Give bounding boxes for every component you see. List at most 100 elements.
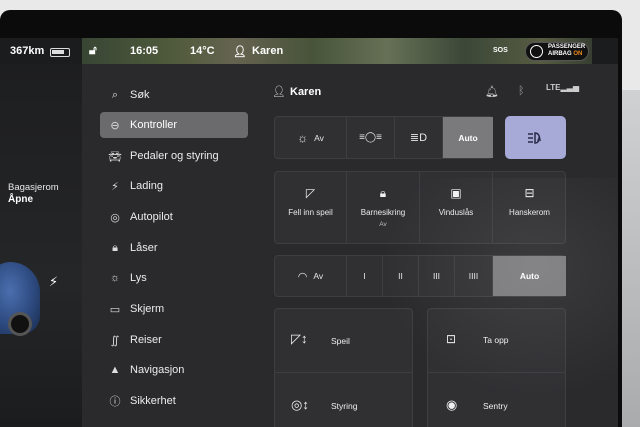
menu-item-label: Lys: [130, 272, 147, 284]
airbag-icon: [530, 45, 543, 58]
wipers-auto-label: Auto: [519, 271, 540, 281]
info-icon: ⓘ: [109, 396, 121, 408]
low-beam-icon: ≣D: [409, 132, 428, 144]
airbag-line2: AIRBAG: [548, 51, 572, 57]
menu-item-search[interactable]: ⌕ Søk: [100, 82, 248, 108]
auto-high-beam-icon: A: [527, 131, 542, 144]
steering-adjust-icon: ◎↕: [291, 397, 309, 412]
menu-item-label: Skjerm: [130, 303, 165, 315]
trunk-label[interactable]: Bagasjerom: [8, 182, 59, 193]
dashcam-record-button[interactable]: ⊡ Ta opp: [428, 309, 565, 373]
menu-item-label: Kontroller: [130, 119, 178, 131]
sentry-mode-label: Sentry: [483, 401, 508, 411]
lte-signal-icon: LTE▂▃▅: [546, 83, 579, 92]
bell-icon[interactable]: 🔔︎: [485, 85, 499, 98]
lights-auto-label: Auto: [458, 132, 478, 143]
background-frame: [622, 90, 640, 427]
camera-card: ⊡ Ta opp ◉ Sentry: [427, 308, 566, 427]
trunk-open-button[interactable]: Åpne: [8, 194, 33, 205]
wiper-speed-4[interactable]: IIII: [455, 256, 493, 296]
status-user-name[interactable]: Karen: [252, 45, 283, 57]
car-visualization-panel: Bagasjerom Åpne ⚡︎: [0, 64, 82, 427]
svg-text:A: A: [537, 137, 542, 143]
menu-item-label: Autopilot: [130, 211, 173, 223]
airbag-state: ON: [573, 51, 583, 57]
display-icon: ▭: [109, 303, 121, 316]
menu-item-label: Pedaler og styring: [130, 150, 219, 162]
wiper-speed-2[interactable]: II: [383, 256, 419, 296]
profile-name[interactable]: Karen: [290, 86, 321, 98]
sos-indicator[interactable]: SOS: [493, 47, 508, 54]
car-wheel: [8, 312, 32, 336]
charge-port-icon[interactable]: ⚡︎: [49, 274, 58, 290]
navigation-icon: ▲: [109, 364, 121, 376]
lock-icon[interactable]: 🔓︎: [89, 43, 97, 58]
low-beam-option[interactable]: ≣D: [395, 117, 443, 158]
airbag-line1: PASSENGER: [548, 44, 586, 50]
tile-label: Hanskerom: [509, 208, 550, 217]
wipers-off-option[interactable]: ◠ Av: [275, 256, 347, 296]
clock: 16:05: [130, 45, 159, 57]
lights-off-label: Av: [314, 132, 324, 143]
map-preview-strip[interactable]: [82, 38, 592, 64]
wiper-speed-1[interactable]: I: [347, 256, 383, 296]
menu-item-label: Lading: [130, 180, 164, 192]
mirror-adjust-button[interactable]: ◸↕ Speil: [275, 309, 412, 373]
steering-wheel-icon: ◎: [110, 211, 120, 224]
auto-high-beam-button[interactable]: A: [505, 116, 566, 159]
bluetooth-icon[interactable]: ᛒ: [518, 85, 525, 97]
lights-off-option[interactable]: ☼ Av: [275, 117, 347, 158]
headlight-selector: ☼ Av ≡◯≡ ≣D Auto: [274, 116, 493, 159]
user-icon[interactable]: 👤︎: [233, 45, 247, 58]
steering-adjust-label: Styring: [331, 401, 358, 411]
menu-item-navigation[interactable]: ▲ Navigasjon: [100, 357, 248, 383]
car-icon: 🚘︎: [108, 150, 122, 163]
wiper-speed-label: II: [398, 271, 403, 281]
menu-item-safety[interactable]: ⓘ Sikkerhet: [100, 388, 248, 414]
menu-item-controls[interactable]: ⊖ Kontroller: [100, 112, 248, 138]
menu-item-label: Søk: [130, 89, 150, 101]
fold-mirrors-tile[interactable]: ◸ Fell inn speil: [275, 172, 347, 243]
touchscreen: 367km 🔓︎ 16:05 14°C 👤︎ Karen SOS PASSENG…: [0, 38, 618, 427]
mirror-adjust-label: Speil: [331, 336, 350, 346]
menu-item-pedals-steering[interactable]: 🚘︎ Pedaler og styring: [100, 143, 248, 169]
menu-item-label: Navigasjon: [130, 364, 185, 376]
mirror-adjust-icon: ◸↕: [291, 331, 308, 346]
steering-adjust-button[interactable]: ◎↕ Styring: [275, 373, 412, 427]
menu-item-display[interactable]: ▭ Skjerm: [100, 296, 248, 322]
glovebox-icon: ⊟: [524, 186, 535, 200]
lights-auto-option[interactable]: Auto: [443, 117, 493, 158]
airbag-text: PASSENGER AIRBAG ON: [548, 44, 585, 58]
window-lock-icon: ▣: [450, 186, 462, 200]
sun-icon: ☼: [109, 272, 121, 284]
mirror-icon: ◸: [305, 186, 316, 200]
window-lock-tile[interactable]: ▣ Vinduslås: [420, 172, 493, 243]
wiper-speed-3[interactable]: III: [419, 256, 455, 296]
status-bar: 367km 🔓︎ 16:05 14°C 👤︎ Karen SOS PASSENG…: [0, 38, 618, 64]
menu-item-charging[interactable]: ⚡︎ Lading: [100, 173, 248, 199]
outside-temperature: 14°C: [190, 45, 215, 57]
lock-icon: 🔒︎: [112, 241, 118, 254]
wiper-speed-label: III: [432, 271, 441, 281]
wipers-auto-option[interactable]: Auto: [493, 256, 566, 296]
menu-item-locks[interactable]: 🔒︎ Låser: [100, 235, 248, 261]
child-lock-tile[interactable]: 🔒︎ Barnesikring Av: [347, 172, 420, 243]
menu-item-label: Sikkerhet: [130, 395, 176, 407]
profile-icon[interactable]: 👤︎: [272, 85, 286, 98]
menu-item-autopilot[interactable]: ◎ Autopilot: [100, 204, 248, 230]
quick-controls-grid: ◸ Fell inn speil 🔒︎ Barnesikring Av ▣ Vi…: [274, 171, 566, 244]
menu-item-label: Reiser: [130, 334, 162, 346]
tile-label: Fell inn speil: [288, 208, 333, 217]
dashcam-record-label: Ta opp: [483, 335, 509, 345]
menu-item-trips[interactable]: ∬ Reiser: [100, 327, 248, 353]
sun-icon: ☼: [297, 130, 309, 145]
parking-lights-option[interactable]: ≡◯≡: [347, 117, 395, 158]
glovebox-tile[interactable]: ⊟ Hanskerom: [493, 172, 566, 243]
wiper-speed-label: I: [363, 271, 366, 281]
sentry-mode-button[interactable]: ◉ Sentry: [428, 373, 565, 427]
range-readout: 367km: [10, 45, 45, 57]
dashcam-icon: ⊡: [446, 332, 457, 346]
menu-item-lights[interactable]: ☼ Lys: [100, 265, 248, 291]
toggle-icon: ⊖: [110, 119, 120, 132]
wipers-off-label: Av: [313, 271, 324, 281]
